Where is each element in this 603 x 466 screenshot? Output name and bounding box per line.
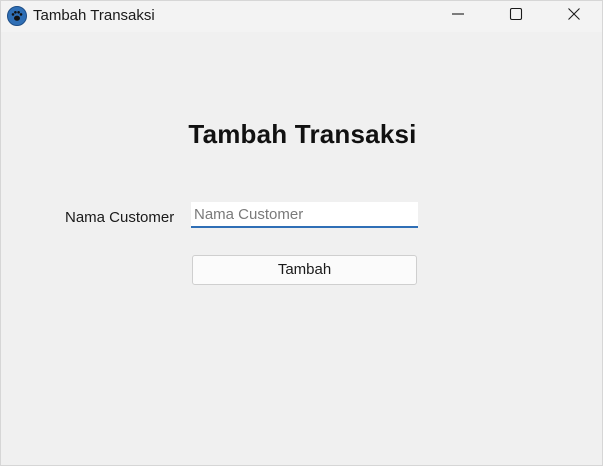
close-button[interactable]	[545, 1, 603, 32]
customer-name-input[interactable]	[191, 202, 418, 228]
maximize-icon	[509, 7, 523, 26]
title-bar[interactable]: Tambah Transaksi	[1, 1, 602, 32]
close-icon	[567, 7, 581, 26]
add-button[interactable]: Tambah	[192, 255, 417, 285]
app-window: Tambah Transaksi Tambah Transaksi Nama C…	[0, 0, 603, 466]
paw-icon	[7, 6, 27, 26]
customer-name-label: Nama Customer	[65, 209, 175, 226]
minimize-button[interactable]	[429, 1, 487, 32]
page-title: Tambah Transaksi	[188, 119, 417, 149]
window-title: Tambah Transaksi	[33, 7, 155, 24]
maximize-button[interactable]	[487, 1, 545, 32]
minimize-icon	[451, 7, 465, 26]
